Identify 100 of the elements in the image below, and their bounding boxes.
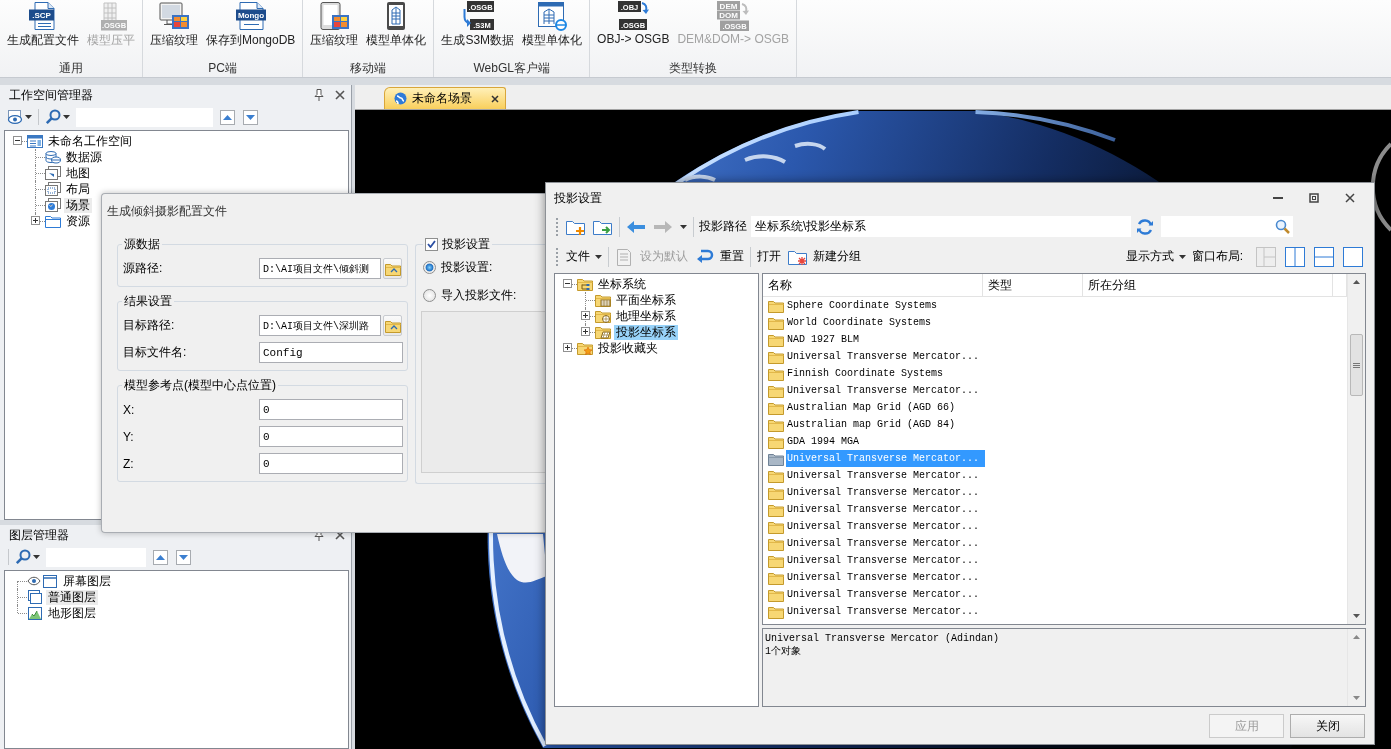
- browse-button[interactable]: [383, 315, 402, 336]
- ribbon-button[interactable]: .SCP 生成配置文件: [4, 0, 82, 59]
- list-item[interactable]: World Coordinate Systems: [786, 314, 985, 331]
- text-field[interactable]: 0: [259, 399, 403, 420]
- scene-tab[interactable]: 未命名场景: [384, 87, 506, 109]
- list-item[interactable]: Australian map Grid (AGD 84): [786, 416, 985, 433]
- column-header[interactable]: 名称: [763, 274, 983, 296]
- toolbar-button[interactable]: 新建分组: [786, 244, 863, 269]
- text-field[interactable]: 0: [259, 453, 403, 474]
- search-options-button[interactable]: [44, 107, 71, 127]
- ribbon-button[interactable]: Mongo 保存到MongoDB: [203, 0, 299, 59]
- stacked-windows-icon: [45, 182, 61, 196]
- stacked-windows-icon: [45, 166, 61, 180]
- folder-icon: [768, 349, 784, 364]
- radio-label: 导入投影文件:: [441, 286, 517, 304]
- move-up-button[interactable]: [153, 549, 168, 565]
- list-item[interactable]: Universal Transverse Mercator...: [786, 501, 985, 518]
- tree-item[interactable]: 布局: [64, 181, 92, 197]
- dialog-button[interactable]: 关闭: [1290, 713, 1365, 738]
- restore-icon: [1309, 193, 1319, 203]
- folder-icon: [768, 468, 784, 483]
- list-item[interactable]: Sphere Coordinate Systems: [786, 297, 985, 314]
- tree-item[interactable]: 地形图层: [46, 605, 98, 621]
- layout-icon: [1256, 246, 1276, 267]
- arrow-down-icon: [1353, 614, 1360, 618]
- ribbon-group-label: PC端: [207, 60, 238, 77]
- list-item[interactable]: Universal Transverse Mercator...: [786, 467, 985, 484]
- expand-toggle[interactable]: [563, 279, 572, 288]
- tree-item[interactable]: 场景: [64, 197, 92, 213]
- list-item[interactable]: Universal Transverse Mercator...: [786, 382, 985, 399]
- search-options-button[interactable]: [14, 547, 41, 567]
- view-mode-button[interactable]: 显示方式: [1123, 244, 1188, 269]
- list-item[interactable]: Universal Transverse Mercator...: [786, 603, 985, 620]
- scrollbar[interactable]: [1347, 274, 1365, 624]
- close-icon[interactable]: [491, 94, 499, 103]
- expand-toggle[interactable]: [581, 311, 590, 320]
- close-icon[interactable]: [335, 90, 345, 100]
- expand-toggle[interactable]: [31, 216, 40, 225]
- radio-button[interactable]: [423, 260, 436, 274]
- column-header[interactable]: 所在分组: [1083, 274, 1333, 296]
- arrow-left-icon: [626, 218, 646, 235]
- layout-button[interactable]: [1314, 246, 1334, 267]
- list-item[interactable]: Finnish Coordinate Systems: [786, 365, 985, 382]
- ribbon-button[interactable]: 模型单体化: [519, 0, 586, 59]
- toolbar-button[interactable]: 打开: [755, 244, 783, 269]
- panel-title: 工作空间管理器: [9, 86, 94, 104]
- move-up-button[interactable]: [220, 109, 235, 125]
- move-down-button[interactable]: [176, 549, 191, 565]
- path-field[interactable]: D:\AI项目文件\深圳路: [259, 315, 381, 336]
- tree-item[interactable]: 普通图层: [46, 589, 98, 605]
- search-field[interactable]: [1161, 216, 1293, 237]
- list-item[interactable]: Universal Transverse Mercator...: [786, 535, 985, 552]
- tree-item[interactable]: 数据源: [64, 149, 104, 165]
- globe-icon: [394, 92, 407, 105]
- view-options-button[interactable]: [6, 107, 33, 127]
- layout-button[interactable]: [1343, 246, 1363, 267]
- list-item[interactable]: Universal Transverse Mercator...: [786, 586, 985, 603]
- tree-item[interactable]: 屏幕图层: [61, 573, 113, 589]
- list-item[interactable]: Universal Transverse Mercator...: [786, 569, 985, 586]
- list-item[interactable]: Australian Map Grid (AGD 66): [786, 399, 985, 416]
- close-icon[interactable]: [335, 530, 345, 540]
- text-field[interactable]: Config: [259, 342, 403, 363]
- layout-button[interactable]: [1285, 246, 1305, 267]
- scroll-thumb[interactable]: [1350, 334, 1363, 396]
- tree-item[interactable]: 地图: [64, 165, 92, 181]
- list-item[interactable]: Universal Transverse Mercator...: [786, 518, 985, 535]
- tree-item[interactable]: 资源: [64, 213, 92, 229]
- expand-toggle[interactable]: [581, 327, 590, 336]
- ribbon-button[interactable]: 压缩纹理: [147, 0, 201, 59]
- tree-item[interactable]: 投影收藏夹: [596, 340, 660, 356]
- tree-item[interactable]: 平面坐标系: [614, 292, 678, 308]
- radio-button[interactable]: [423, 288, 436, 302]
- text-field[interactable]: 0: [259, 426, 403, 447]
- list-item[interactable]: Universal Transverse Mercator...: [786, 552, 985, 569]
- list-item[interactable]: Universal Transverse Mercator...: [786, 348, 985, 365]
- tree-item[interactable]: 投影坐标系: [614, 324, 678, 340]
- toolbar-button[interactable]: 文件: [564, 244, 604, 269]
- list-item[interactable]: NAD 1927 BLM: [786, 331, 985, 348]
- checkbox[interactable]: [425, 237, 438, 251]
- ribbon-button[interactable]: 模型单体化: [363, 0, 430, 59]
- move-down-button[interactable]: [243, 109, 258, 125]
- dialog-title: 投影设置: [554, 189, 603, 207]
- expand-toggle[interactable]: [563, 343, 572, 352]
- caret-icon: [33, 555, 40, 559]
- path-field[interactable]: D:\AI项目文件\倾斜测: [259, 258, 381, 279]
- column-header[interactable]: 类型: [983, 274, 1083, 296]
- compass-ring-icon[interactable]: [1370, 142, 1391, 232]
- path-field[interactable]: 坐标系统\投影坐标系: [751, 216, 1131, 237]
- pin-icon[interactable]: [314, 89, 324, 101]
- tree-item[interactable]: 未命名工作空间: [46, 133, 134, 149]
- tree-item[interactable]: 地理坐标系: [614, 308, 678, 324]
- browse-button[interactable]: [383, 258, 402, 279]
- field-label: 目标文件名:: [123, 344, 188, 361]
- toolbar-button[interactable]: 重置: [693, 244, 746, 269]
- list-item[interactable]: GDA 1994 MGA: [786, 433, 985, 450]
- folder-icon: [768, 519, 784, 534]
- ribbon-button[interactable]: 压缩纹理: [307, 0, 362, 59]
- tree-item[interactable]: 坐标系统: [596, 276, 648, 292]
- list-item[interactable]: Universal Transverse Mercator...: [786, 484, 985, 501]
- expand-toggle[interactable]: [13, 136, 22, 145]
